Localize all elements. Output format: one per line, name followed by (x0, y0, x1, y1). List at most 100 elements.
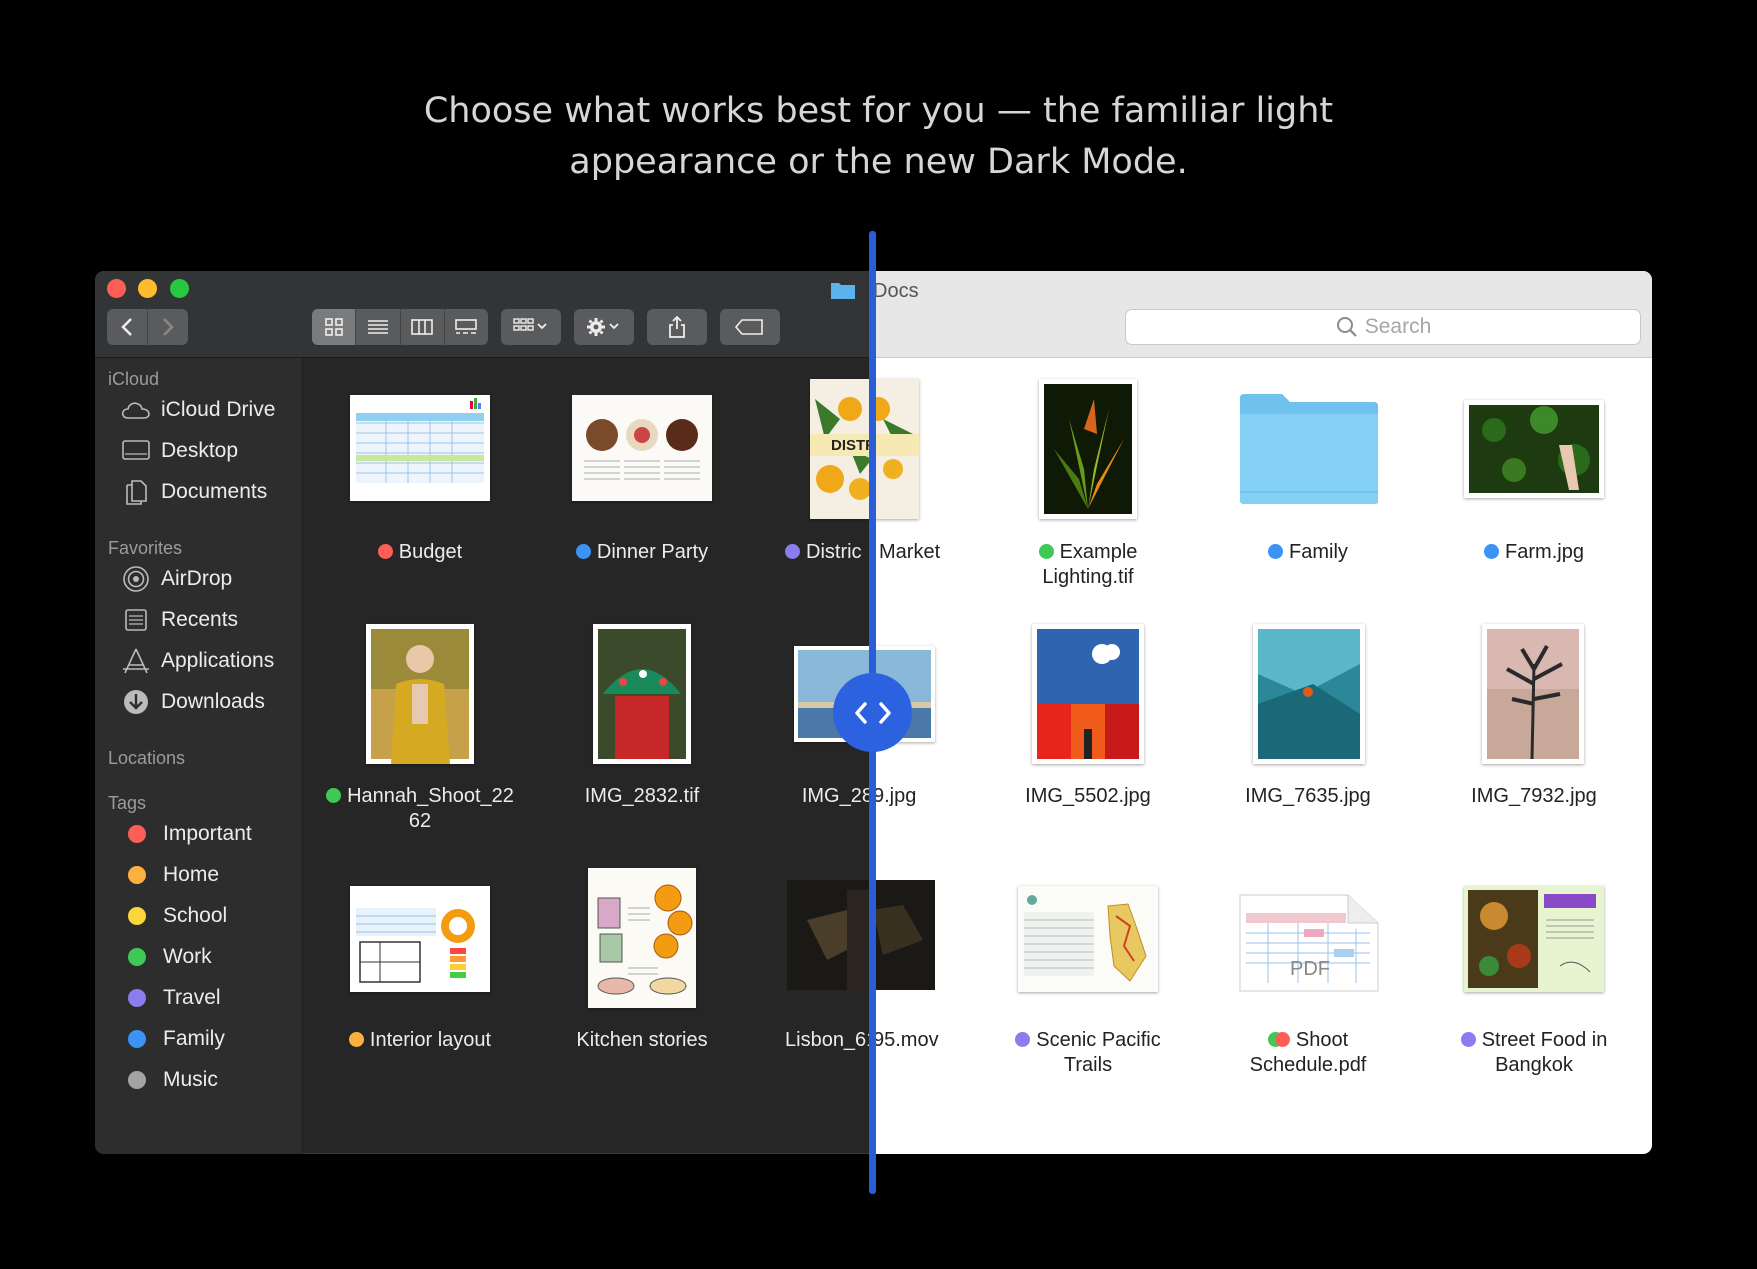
finder-window-dark: iCloud iCloud Drive Desktop Documents Fa… (95, 271, 873, 1154)
file-label: Scenic Pacific Trails (978, 1028, 1198, 1078)
list-view-button[interactable] (356, 309, 401, 345)
group-button[interactable] (501, 309, 561, 345)
tag-dot (785, 544, 800, 559)
tag-dot-red (1274, 1032, 1290, 1047)
tag-dot-purple (128, 989, 146, 1007)
gear-icon (587, 318, 619, 336)
portrait-thumbnail (366, 624, 474, 764)
grid-icon (324, 318, 343, 336)
cloud-icon (121, 396, 151, 424)
tag-dot-orange (128, 866, 146, 884)
sidebar-tag-music[interactable]: Music (121, 1063, 218, 1097)
sidebar-tag-travel[interactable]: Travel (121, 981, 221, 1015)
search-icon (1336, 317, 1357, 337)
tag-dot-yellow (128, 907, 146, 925)
file-label: IMG_2832.tif (584, 785, 700, 807)
headline-line-1: Choose what works best for you — the fam… (423, 91, 1334, 131)
file-label: Distric (785, 540, 873, 565)
floorplan-thumbnail (350, 886, 490, 992)
column-view-button[interactable] (401, 309, 445, 345)
folder-icon (1238, 392, 1380, 506)
folder-icon (831, 283, 855, 299)
tag-dot (575, 544, 591, 559)
comparison-slider-handle[interactable] (833, 673, 912, 752)
sidebar-item-downloads[interactable]: Downloads (121, 685, 265, 719)
sidebar-tag-family[interactable]: Family (121, 1022, 225, 1056)
finder-window-light: Docs Search Market Example Lighting.tif F… (873, 271, 1652, 1154)
file-label: Shoot Schedule.pdf (1249, 1029, 1367, 1076)
pdf-thumbnail: PDF (1238, 893, 1380, 993)
photo-thumbnail (1482, 624, 1584, 764)
sidebar-header-favorites: Favorites (108, 538, 183, 558)
sidebar-item-icloud-drive[interactable]: iCloud Drive (121, 393, 275, 427)
back-button[interactable] (107, 309, 148, 345)
file-label: Farm.jpg (1424, 540, 1644, 565)
svg-text:DISTRICT: DISTRICT (831, 437, 873, 454)
sidebar-item-label: Music (163, 1068, 218, 1091)
gallery-view-button[interactable] (445, 309, 488, 345)
minimize-button[interactable] (138, 279, 157, 298)
view-mode-control (312, 309, 488, 345)
airdrop-icon (121, 565, 151, 593)
window-title: Docs (873, 280, 919, 302)
window-title-folder-icon (830, 280, 856, 300)
gallery-icon (455, 319, 478, 334)
brochure-thumbnail (1464, 886, 1604, 992)
district-market-thumbnail: DISTRICT (810, 379, 873, 519)
file-label: IMG_5502.jpg (1025, 785, 1151, 807)
sidebar-header-locations: Locations (108, 748, 186, 768)
sidebar-item-label: Work (163, 945, 212, 968)
share-button[interactable] (647, 309, 707, 345)
toolbar-light: Docs Search (873, 271, 1652, 358)
forward-button[interactable] (148, 309, 188, 345)
tag-icon (735, 319, 763, 335)
sidebar-tag-work[interactable]: Work (121, 940, 212, 974)
list-icon (367, 320, 388, 334)
file-label-right: 95.mov (873, 1029, 939, 1051)
chevron-left-right-icon (854, 701, 891, 724)
file-label: Hannah_Shoot_22 62 (310, 784, 530, 834)
search-field[interactable]: Search (1125, 309, 1641, 345)
applications-icon (121, 647, 151, 675)
sidebar-item-desktop[interactable]: Desktop (121, 434, 238, 468)
map-thumbnail (1018, 886, 1158, 992)
file-label: Family (1198, 540, 1418, 565)
file-label: Budget (310, 540, 530, 565)
photo-thumbnail (1253, 624, 1365, 764)
svg-text:PDF: PDF (1290, 958, 1330, 980)
menu-thumbnail (572, 395, 712, 501)
sidebar-tag-home[interactable]: Home (121, 858, 219, 892)
zoom-button[interactable] (170, 279, 189, 298)
sidebar-tag-school[interactable]: School (121, 899, 227, 933)
sidebar-header-icloud: iCloud (108, 369, 160, 389)
share-icon (669, 315, 685, 338)
file-label: IMG_28 (801, 785, 873, 807)
file-label: Street Food in Bangkok (1424, 1028, 1644, 1078)
file-label-right: Market (879, 541, 941, 563)
sidebar-item-applications[interactable]: Applications (121, 644, 274, 678)
columns-icon (411, 319, 433, 335)
chevron-right-icon (163, 318, 174, 336)
sidebar-item-documents[interactable]: Documents (121, 475, 267, 509)
file-label: IMG_7635.jpg (1245, 785, 1371, 807)
file-label: Dinner Party (532, 540, 752, 565)
sidebar-item-label: Recents (161, 608, 239, 631)
tags-button[interactable] (720, 309, 780, 345)
toolbar-dark (95, 271, 873, 358)
plant-photo-thumbnail (1039, 379, 1137, 519)
icon-view-button[interactable] (312, 309, 357, 345)
file-label: IMG_7932.jpg (1471, 785, 1597, 807)
sidebar-tag-important[interactable]: Important (121, 817, 252, 851)
sidebar-item-label: iCloud Drive (161, 398, 276, 421)
group-grid-icon (513, 318, 547, 331)
sidebar-item-airdrop[interactable]: AirDrop (121, 562, 232, 596)
spreadsheet-thumbnail (350, 395, 490, 501)
sidebar-item-label: AirDrop (161, 567, 233, 590)
tag-dot-gray (128, 1071, 146, 1089)
tag-dot-blue (128, 1030, 146, 1048)
tag-dot (1484, 544, 1500, 559)
file-label: Interior layout (310, 1028, 530, 1053)
sidebar-item-recents[interactable]: Recents (121, 603, 238, 637)
close-button[interactable] (107, 279, 126, 298)
action-button[interactable] (574, 309, 634, 345)
